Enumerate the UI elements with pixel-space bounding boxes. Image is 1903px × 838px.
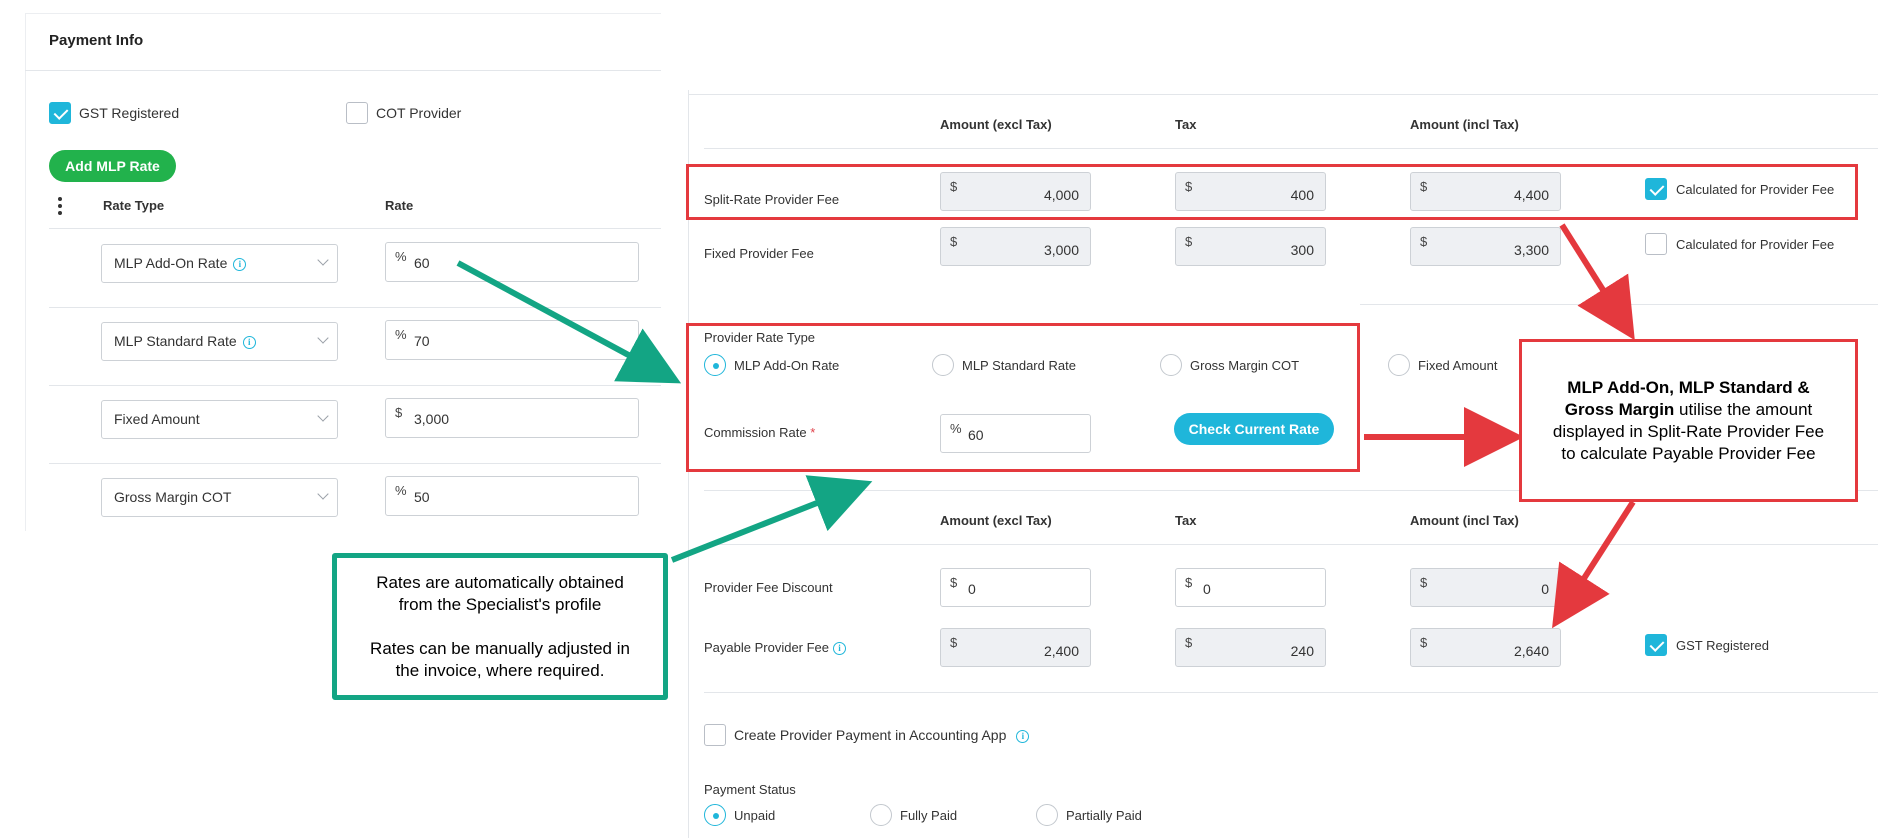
note-text: utilise the amount <box>1674 400 1813 419</box>
red-arrow-down <box>1559 223 1635 341</box>
note-bold: Gross Margin <box>1564 400 1675 419</box>
green-arrow-to-commission <box>670 475 873 563</box>
note-line: Rates can be manually adjusted in <box>370 639 630 658</box>
note-line: the invoice, where required. <box>395 661 605 680</box>
rates-note-callout: Rates are automatically obtained from th… <box>332 553 668 700</box>
note-line: Rates are automatically obtained <box>376 573 624 592</box>
green-arrow-to-form <box>456 260 682 384</box>
note-line: displayed in Split-Rate Provider Fee <box>1552 422 1825 441</box>
note-line: from the Specialist's profile <box>398 595 602 614</box>
split-rate-note-callout: MLP Add-On, MLP Standard & Gross Margin … <box>1519 339 1858 502</box>
note-line: MLP Add-On, MLP Standard & <box>1567 378 1810 397</box>
red-arrow-to-payable <box>1552 500 1636 629</box>
note-line: to calculate Payable Provider Fee <box>1561 444 1816 463</box>
